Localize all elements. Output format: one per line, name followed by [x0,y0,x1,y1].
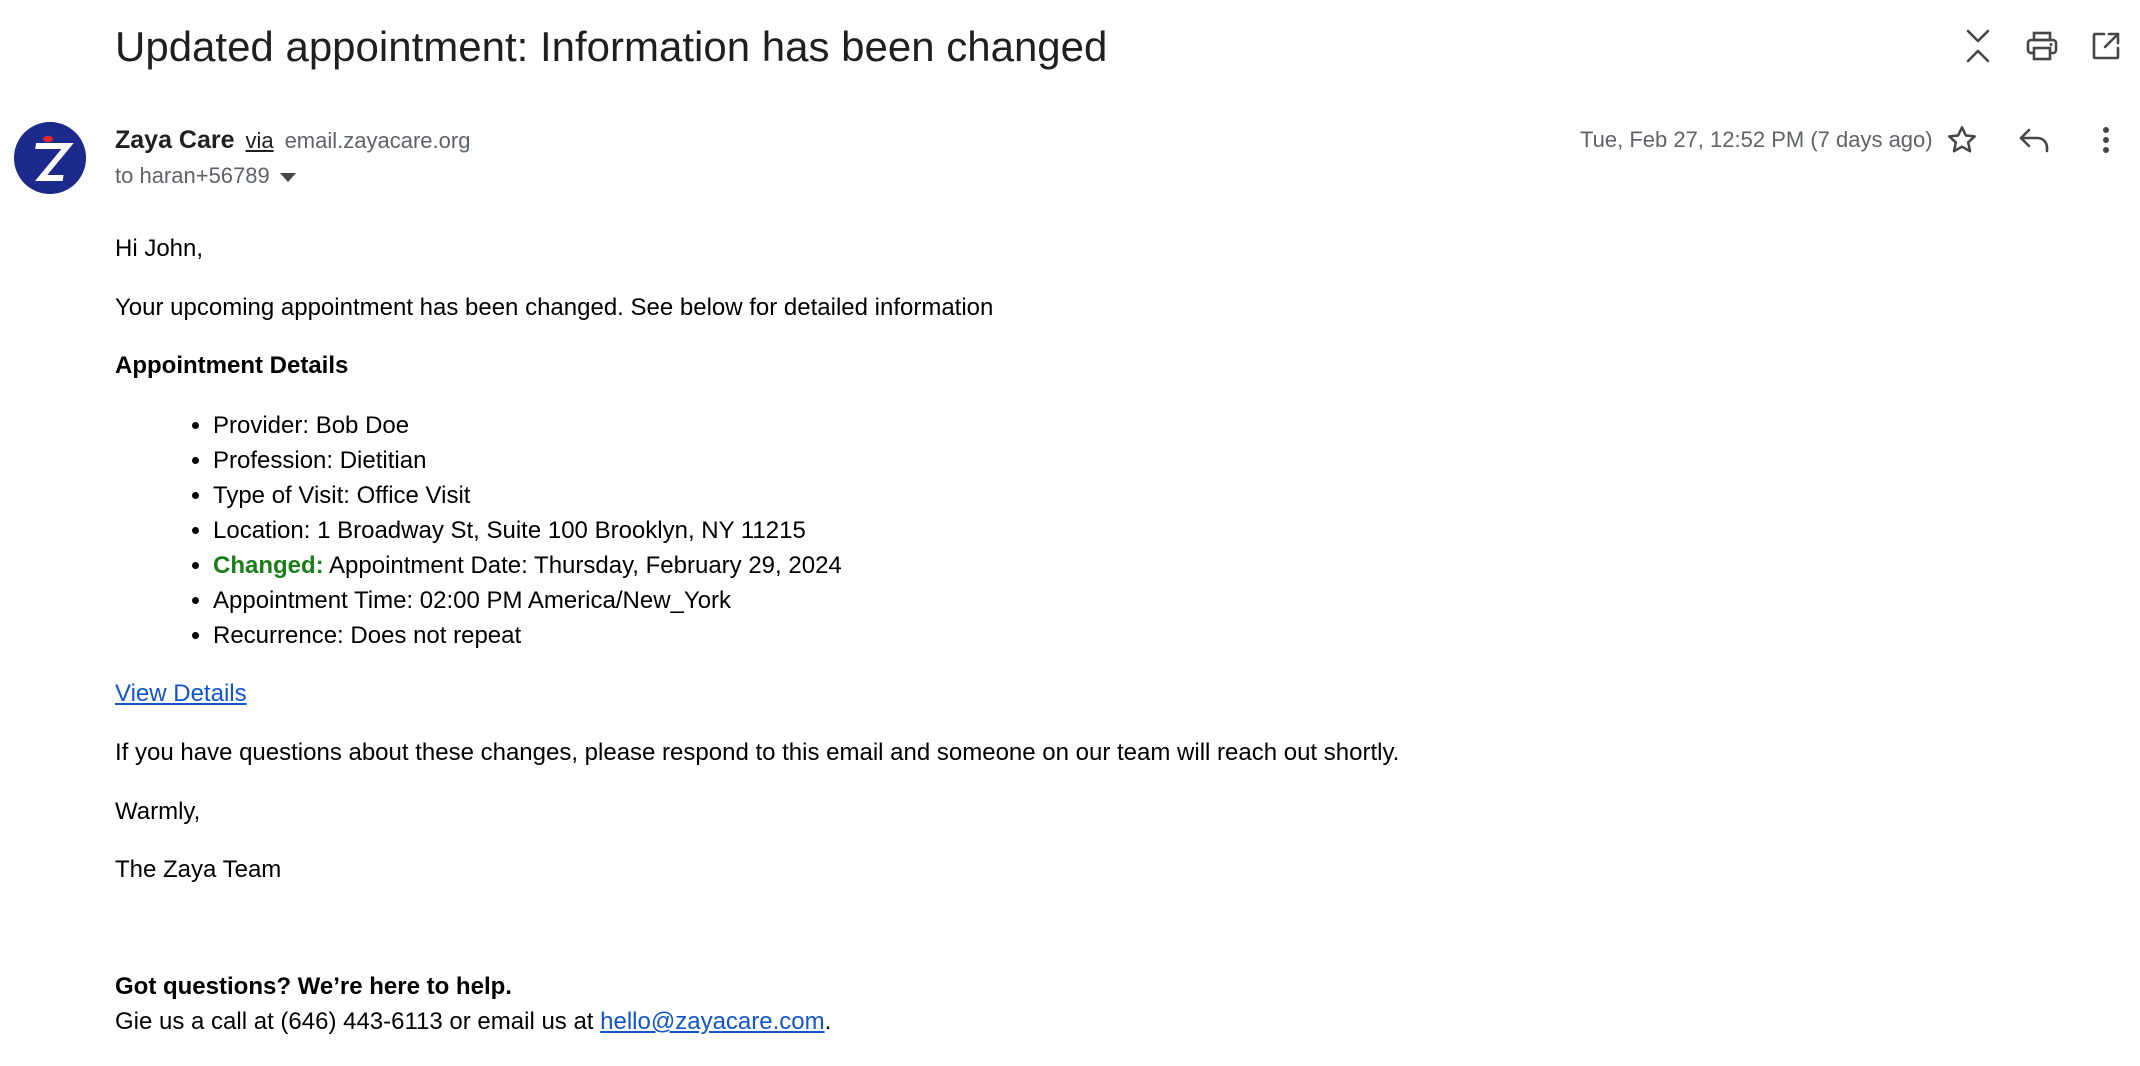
open-in-new-window-button[interactable] [2084,24,2128,68]
detail-visit-type: Type of Visit: Office Visit [213,478,842,513]
changed-label: Changed: [213,552,324,579]
star-icon [1948,126,1976,153]
more-options-button[interactable] [2084,118,2128,162]
sender-name[interactable]: Zaya Care [115,126,235,154]
view-details-link[interactable]: View Details [115,680,247,707]
details-heading: Appointment Details [115,352,349,379]
detail-appointment-time: Appointment Time: 02:00 PM America/New_Y… [213,583,842,618]
team-signature: The Zaya Team [115,856,282,883]
open-in-new-window-icon [2092,32,2120,60]
sender-avatar[interactable] [14,122,86,194]
detail-location: Location: 1 Broadway St, Suite 100 Brook… [213,513,842,548]
print-icon [2026,31,2058,61]
footer-heading: Got questions? We’re here to help. [115,973,512,1000]
star-button[interactable] [1940,118,1984,162]
more-vert-icon [2103,127,2109,153]
collapse-icon [1966,29,1990,63]
recipient-details-dropdown-icon[interactable] [279,173,296,182]
reply-button[interactable] [2012,118,2056,162]
email-subject: Updated appointment: Information has bee… [115,23,1108,70]
intro-text: Your upcoming appointment has been chang… [115,294,994,321]
detail-profession: Profession: Dietitian [213,443,842,478]
signoff: Warmly, [115,798,201,825]
email-date: Tue, Feb 27, 12:52 PM (7 days ago) [1580,127,1933,152]
print-all-button[interactable] [2020,24,2064,68]
zaya-logo-icon [14,122,86,194]
collapse-all-button[interactable] [1956,24,2000,68]
footer-contact: Gie us a call at (646) 443-6113 or email… [115,1008,832,1035]
detail-recurrence: Recurrence: Does not repeat [213,618,842,653]
appointment-details-list: Provider: Bob Doe Profession: Dietitian … [175,408,842,653]
view-details-paragraph: View Details [115,679,247,709]
footer-contact-text: Gie us a call at (646) 443-6113 or email… [115,1008,594,1035]
detail-appointment-date: Changed: Appointment Date: Thursday, Feb… [213,548,842,583]
questions-text: If you have questions about these change… [115,739,1400,766]
recipient-line: to haran+56789 [115,161,296,191]
sender-line: Zaya Care via email.zayacare.org [115,124,470,157]
greeting: Hi John, [115,235,204,262]
support-email-link[interactable]: hello@zayacare.com [600,1008,824,1035]
detail-provider: Provider: Bob Doe [213,408,842,443]
sender-domain: email.zayacare.org [284,128,471,153]
sender-via-label[interactable]: via [245,128,273,153]
recipient-text: to haran+56789 [115,163,270,188]
reply-icon [2019,128,2049,153]
